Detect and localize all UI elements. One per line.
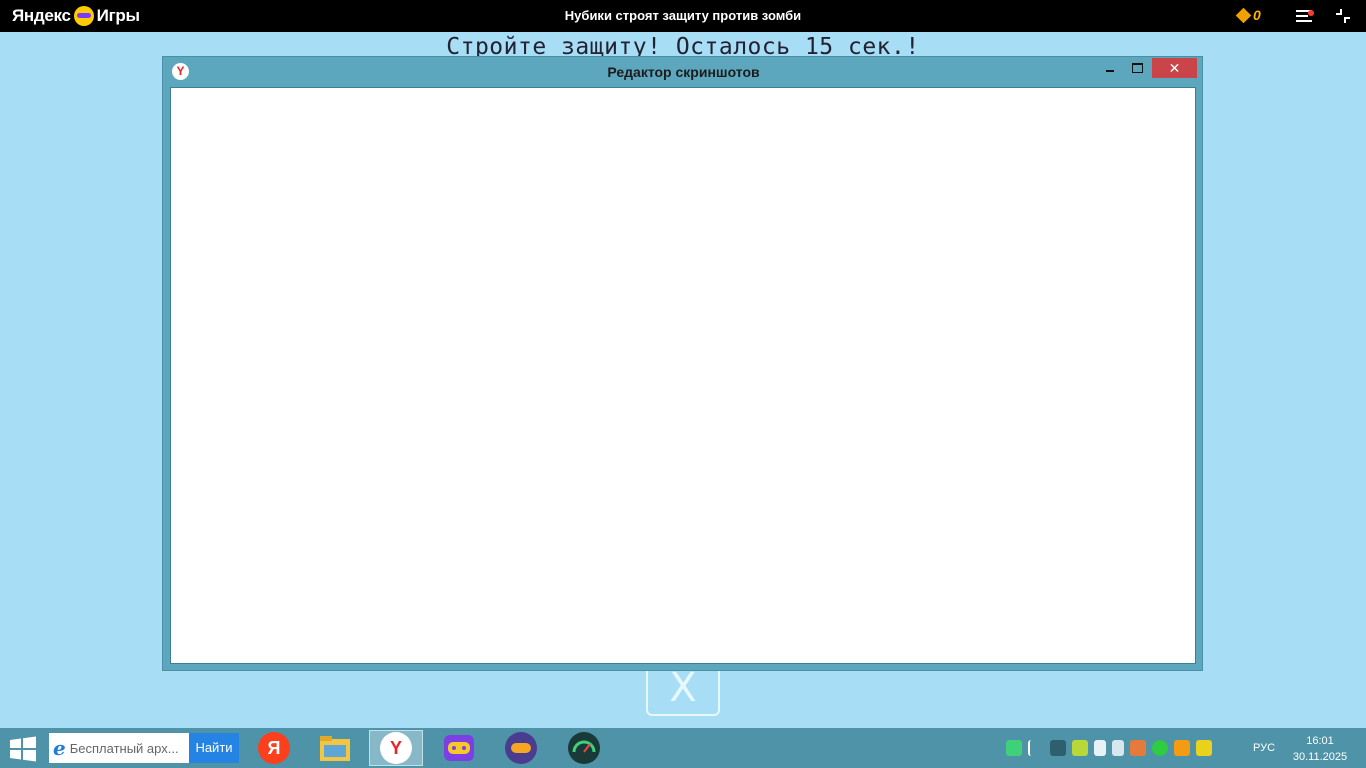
coin-diamond-icon (1235, 7, 1252, 23)
close-button[interactable]: ✕ (1152, 58, 1197, 78)
taskbar-app-gamepad[interactable] (494, 730, 548, 766)
coin-count: 0 (1253, 7, 1261, 23)
taskbar-app-yandex-browser[interactable]: Y (369, 730, 423, 766)
volume-icon[interactable] (1112, 740, 1124, 756)
screenshot-editor-window: Y Редактор скриншотов ✕ (162, 56, 1203, 671)
folder-icon (320, 736, 350, 761)
language-indicator[interactable]: РУС (1253, 742, 1275, 754)
flag-icon[interactable] (1028, 740, 1044, 756)
yandex-browser-taskbar-icon: Y (380, 732, 412, 764)
search-placeholder: Бесплатный арх... (69, 740, 179, 756)
yandex-games-header: Яндекс Игры Нубики строят защиту против … (0, 0, 1366, 32)
taskbar-app-speedometer[interactable] (557, 730, 611, 766)
taskbar-app-explorer[interactable] (308, 730, 362, 766)
network-icon[interactable] (1050, 740, 1066, 756)
maximize-button[interactable] (1126, 58, 1148, 78)
system-tray (1006, 740, 1212, 756)
taskbar-app-game-launcher[interactable] (432, 730, 486, 766)
internet-explorer-icon: e (53, 736, 66, 760)
clock-date: 30.11.2025 (1292, 751, 1348, 763)
taskbar: e Бесплатный арх... Найти Я Y РУС 16:01 … (0, 728, 1366, 768)
window-title: Редактор скриншотов (607, 64, 760, 80)
clock-time: 16:01 (1306, 735, 1334, 747)
exit-fullscreen-icon[interactable] (1335, 8, 1351, 24)
tray-green-dot-icon[interactable] (1152, 740, 1168, 756)
game-launcher-icon (444, 735, 474, 761)
speedometer-icon (568, 732, 600, 764)
minimize-button[interactable] (1100, 58, 1120, 78)
search-input[interactable]: e Бесплатный арх... (49, 733, 189, 763)
controller-icon[interactable] (1130, 740, 1146, 756)
editor-canvas[interactable] (170, 87, 1196, 664)
game-title: Нубики строят защиту против зомби (564, 8, 802, 23)
game-countdown-hint: Стройте защиту! Осталось 15 сек.! (446, 34, 920, 58)
tray-green-icon[interactable] (1072, 740, 1088, 756)
gamepad-icon (505, 732, 537, 764)
tray-orange-icon[interactable] (1174, 740, 1190, 756)
coin-balance[interactable]: 0 (1235, 7, 1261, 23)
taskbar-app-yandex[interactable]: Я (247, 730, 301, 766)
system-clock[interactable]: 16:01 30.11.2025 (1290, 733, 1350, 765)
search-button[interactable]: Найти (189, 733, 239, 763)
yandex-app-icon: Я (258, 732, 290, 764)
tray-app-icon[interactable] (1006, 740, 1022, 756)
windows-start-icon[interactable] (8, 736, 38, 762)
tray-yellow-icon[interactable] (1196, 740, 1212, 756)
notification-dot-icon (1308, 10, 1314, 16)
battery-icon[interactable] (1094, 740, 1106, 756)
